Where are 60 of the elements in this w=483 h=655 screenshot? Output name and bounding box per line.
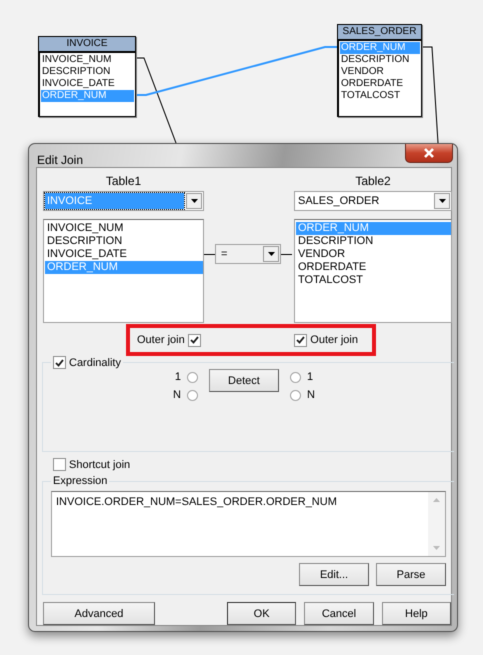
table-label: Table1 bbox=[104, 174, 142, 189]
table-name: INVOICE bbox=[39, 37, 135, 53]
dialog-button[interactable]: OK bbox=[226, 602, 296, 625]
window-title: Edit Join bbox=[37, 153, 84, 167]
table-node[interactable]: SALES_ORDER ORDER_NUM DESCRIPTION VENDOR ORDERDATE TOTALCOST bbox=[337, 24, 422, 117]
column-item[interactable]: ORDERDATE bbox=[296, 261, 451, 274]
column-item[interactable]: DESCRIPTION bbox=[340, 54, 420, 66]
table-name: SALES_ORDER bbox=[338, 25, 421, 41]
checkbox-label: Outer join bbox=[310, 334, 358, 346]
radio-label: 1 bbox=[306, 371, 314, 383]
table-node[interactable]: INVOICE INVOICE_NUM DESCRIPTION INVOICE_DATE ORDER_NUM bbox=[38, 36, 136, 117]
column-item[interactable]: INVOICE_DATE bbox=[41, 78, 134, 90]
caret-icon bbox=[190, 199, 198, 203]
radio-label: 1 bbox=[174, 371, 181, 383]
close-button[interactable] bbox=[405, 144, 453, 163]
checkbox[interactable] bbox=[294, 334, 308, 346]
column-item[interactable]: INVOICE_NUM bbox=[45, 222, 203, 235]
radio-button[interactable] bbox=[290, 390, 301, 400]
dialog-button[interactable]: Advanced bbox=[43, 602, 155, 625]
expression-button[interactable]: Parse bbox=[376, 563, 446, 586]
checkbox-label: Shortcut join bbox=[69, 458, 130, 470]
group-label: Expression bbox=[52, 475, 108, 487]
caret-icon bbox=[438, 199, 446, 203]
column-item[interactable]: DESCRIPTION bbox=[296, 235, 451, 248]
column-list[interactable]: INVOICE_NUM DESCRIPTION INVOICE_DATE ORDER_NUM bbox=[43, 219, 204, 323]
detect-button[interactable]: Detect bbox=[208, 369, 279, 392]
radio-label: N bbox=[306, 389, 315, 401]
radio-button[interactable] bbox=[290, 372, 301, 382]
checkbox[interactable] bbox=[53, 458, 66, 471]
table-dropdown[interactable]: SALES_ORDER bbox=[294, 191, 452, 211]
scrollbar[interactable] bbox=[428, 492, 445, 556]
column-item[interactable]: VENDOR bbox=[296, 248, 451, 261]
dropdown-value: SALES_ORDER bbox=[297, 194, 380, 209]
checkbox-label: Cardinality bbox=[69, 356, 121, 368]
radio-label: N bbox=[173, 389, 181, 401]
column-item[interactable]: TOTALCOST bbox=[296, 274, 451, 287]
checkbox-label: Outer join bbox=[137, 334, 185, 346]
radio-button[interactable] bbox=[186, 390, 198, 400]
caret-icon bbox=[268, 252, 274, 256]
close-icon bbox=[423, 148, 435, 158]
dialog-button[interactable]: Help bbox=[382, 602, 452, 625]
operator-dropdown[interactable]: = bbox=[215, 244, 281, 264]
expression-button[interactable]: Edit... bbox=[299, 563, 369, 586]
checkbox[interactable] bbox=[188, 334, 201, 346]
expression-field[interactable]: INVOICE.ORDER_NUM=SALES_ORDER.ORDER_NUM bbox=[51, 491, 446, 557]
dialog-button[interactable]: Cancel bbox=[304, 602, 374, 625]
column-item[interactable]: INVOICE_NUM bbox=[41, 54, 134, 66]
dropdown-value: INVOICE bbox=[45, 193, 184, 209]
table-label: Table2 bbox=[354, 174, 392, 189]
column-item[interactable]: DESCRIPTION bbox=[41, 66, 134, 78]
column-item[interactable]: ORDERDATE bbox=[340, 78, 420, 90]
column-item[interactable]: VENDOR bbox=[340, 66, 420, 78]
column-list[interactable]: ORDER_NUM DESCRIPTION VENDOR ORDERDATE TOTALCOST bbox=[294, 219, 452, 323]
checkbox[interactable] bbox=[53, 356, 66, 369]
column-item[interactable]: INVOICE_DATE bbox=[45, 248, 203, 261]
radio-button[interactable] bbox=[186, 372, 198, 382]
column-item[interactable]: TOTALCOST bbox=[340, 90, 420, 102]
column-item[interactable]: DESCRIPTION bbox=[45, 235, 203, 248]
scroll-up-icon[interactable] bbox=[433, 498, 440, 502]
scroll-down-icon[interactable] bbox=[433, 546, 440, 550]
